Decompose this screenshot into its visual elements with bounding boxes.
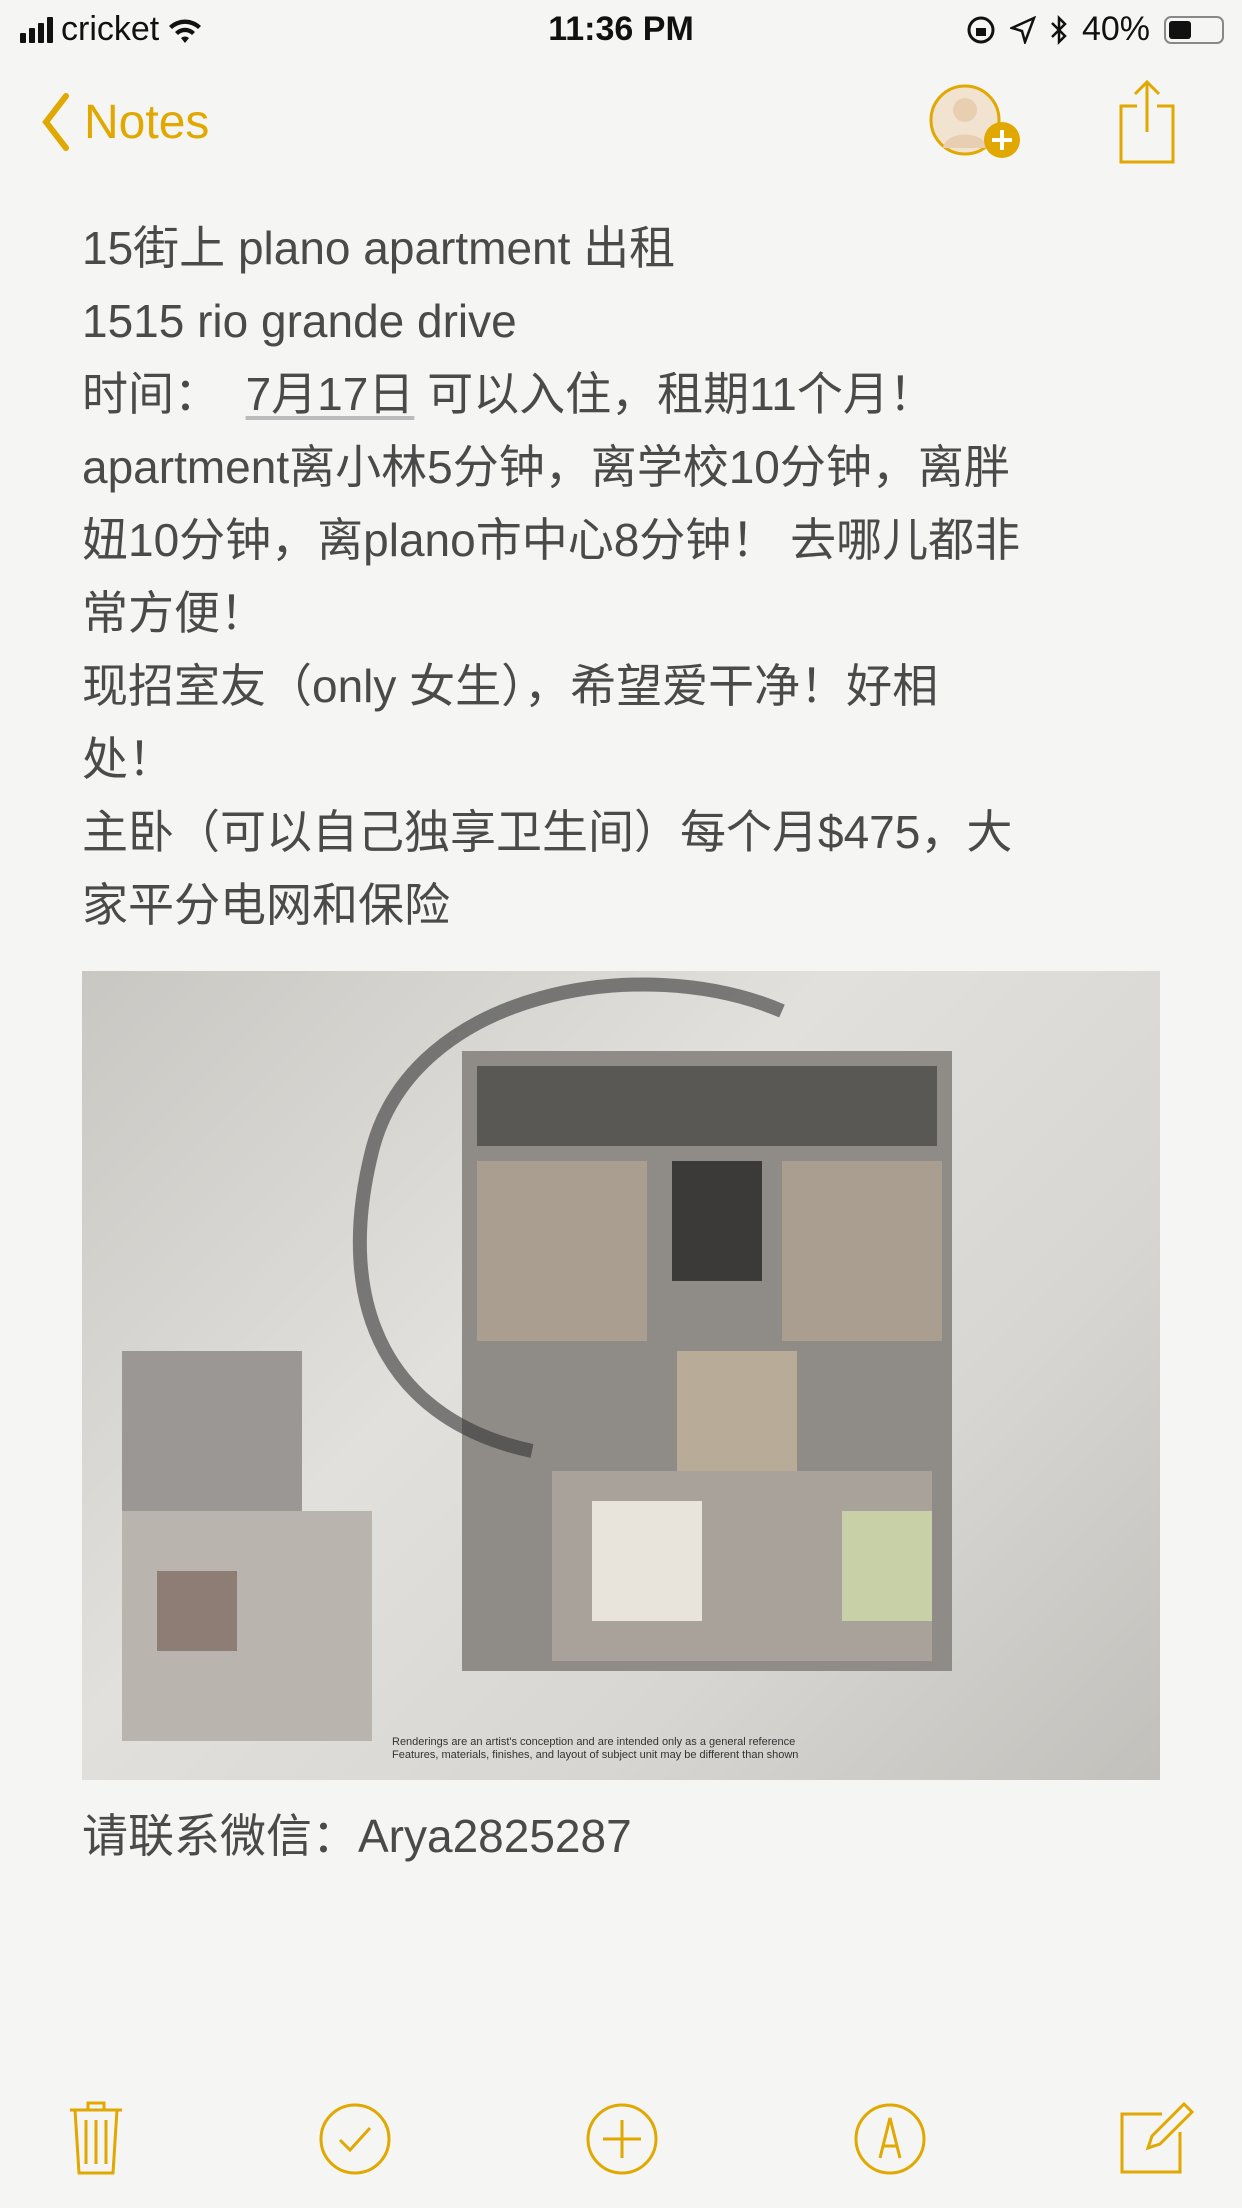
note-line: 妞10分钟，离plano市中心8分钟！ 去哪儿都非 (82, 514, 1021, 566)
bluetooth-icon (1051, 14, 1067, 45)
checklist-icon[interactable] (318, 2102, 392, 2176)
note-line: 现招室友（only 女生），希望爱干净！好相 (82, 660, 939, 712)
battery-icon (1164, 15, 1224, 44)
note-line: 1515 rio grande drive (82, 295, 517, 347)
rotation-lock-icon (967, 16, 995, 43)
note-line: 主卧（可以自己独享卫生间）每个月$475，大 (82, 806, 1013, 858)
navigation-bar: Notes (0, 80, 1242, 170)
image-caption-line: Features, materials, finishes, and layou… (392, 1749, 799, 1761)
chevron-left-icon (42, 93, 69, 151)
compose-icon[interactable] (1118, 2100, 1194, 2176)
note-line: apartment离小林5分钟，离学校10分钟，离胖 (82, 441, 1010, 493)
note-line: 家平分电网和保险 (82, 879, 450, 931)
note-line: 处！ (82, 733, 174, 785)
trash-icon[interactable] (68, 2100, 124, 2176)
battery-percent: 40% (1081, 10, 1150, 48)
note-line: 常方便！ (82, 587, 266, 639)
note-body[interactable]: 15街上 plano apartment 出租 1515 rio grande … (82, 212, 1182, 942)
add-people-icon[interactable] (925, 82, 1030, 162)
floor-plan-drawing (122, 977, 952, 1741)
back-button[interactable]: Notes (40, 92, 209, 152)
back-label: Notes (84, 95, 210, 149)
contact-line: 请联系微信：Arya2825287 (82, 1810, 632, 1862)
date-line-rest: 可以入住，租期11个月！ (414, 368, 935, 420)
note-line: 时间： 7月17日 可以入住，租期11个月！ (82, 358, 1182, 431)
add-icon[interactable] (585, 2102, 659, 2176)
image-caption-line: Renderings are an artist's conception an… (392, 1736, 796, 1748)
floor-plan-photo[interactable]: Renderings are an artist's conception an… (82, 971, 1160, 1780)
share-icon[interactable] (1115, 80, 1179, 164)
status-bar: cricket 11:36 PM 40% (0, 0, 1242, 60)
image-caption: Renderings are an artist's conception an… (392, 1736, 798, 1762)
bottom-toolbar (0, 2100, 1242, 2180)
location-icon (1009, 15, 1036, 44)
markup-pen-icon[interactable] (853, 2102, 927, 2176)
time-label: 时间： (82, 368, 220, 420)
date-link[interactable]: 7月17日 (246, 368, 415, 420)
note-line: 15街上 plano apartment 出租 (82, 222, 676, 274)
